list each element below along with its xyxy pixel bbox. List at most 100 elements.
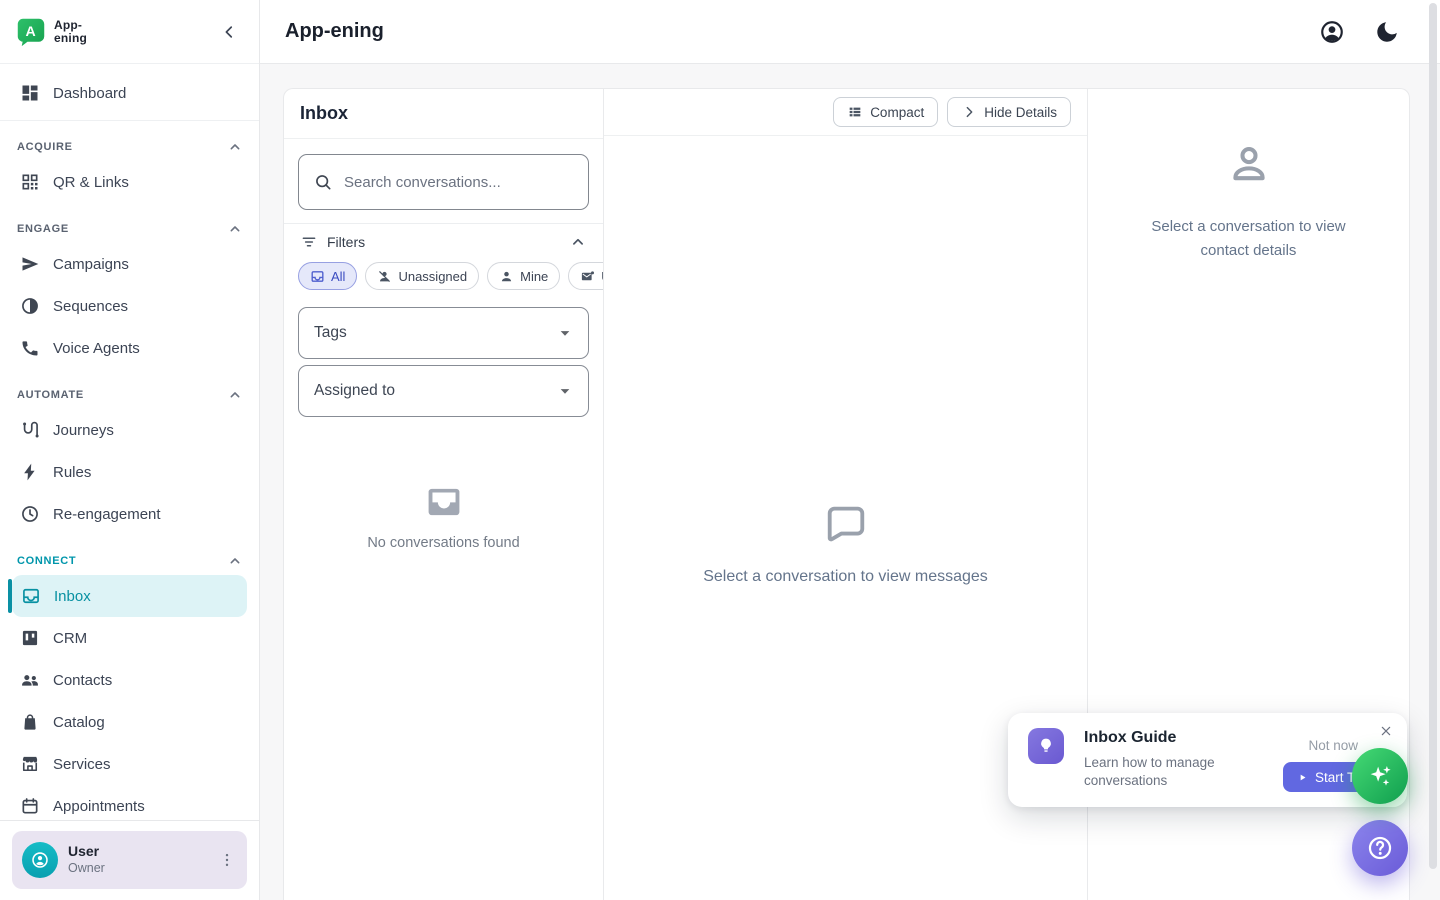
inbox-icon: [21, 586, 41, 606]
sidebar-item-campaigns[interactable]: Campaigns: [0, 243, 259, 285]
sidebar-item-label: Voice Agents: [53, 340, 140, 357]
sidebar-item-qr-links[interactable]: QR & Links: [0, 161, 259, 203]
app-logo-icon: A: [16, 17, 46, 47]
route-icon: [20, 420, 40, 440]
user-role: Owner: [68, 861, 105, 877]
not-now-button[interactable]: Not now: [1308, 738, 1358, 753]
svg-text:A: A: [26, 23, 36, 39]
guide-title: Inbox Guide: [1084, 729, 1176, 747]
guide-tile: [1028, 728, 1064, 764]
chevron-up-icon: [569, 233, 587, 251]
sidebar-item-label: Inbox: [54, 588, 91, 605]
assigned-to-select[interactable]: Assigned to: [298, 365, 589, 417]
qr-code-icon: [20, 172, 40, 192]
search-box[interactable]: [298, 154, 589, 210]
inbox-panel-header: Inbox: [284, 89, 603, 139]
user-menu-button[interactable]: [215, 848, 239, 872]
top-header: App-ening: [260, 0, 1440, 64]
sidebar-item-label: CRM: [53, 630, 87, 647]
close-icon[interactable]: [1378, 723, 1394, 739]
sidebar-item-label: Rules: [53, 464, 91, 481]
chevron-up-icon: [227, 221, 243, 237]
no-conversations-text: No conversations found: [367, 535, 519, 551]
send-icon: [20, 254, 40, 274]
sidebar-item-voice-agents[interactable]: Voice Agents: [0, 327, 259, 369]
user-name: User: [68, 843, 105, 861]
search-icon: [313, 172, 333, 192]
conversation-list-panel: Inbox Filters All Unassigned M: [284, 89, 604, 900]
dark-mode-toggle[interactable]: [1374, 19, 1400, 45]
hide-details-button[interactable]: Hide Details: [947, 97, 1071, 127]
user-card[interactable]: User Owner: [12, 831, 247, 889]
sidebar-item-rules[interactable]: Rules: [0, 451, 259, 493]
inbox-empty-icon: [423, 481, 465, 523]
inbox-guide-popup: Inbox Guide Learn how to manage conversa…: [1008, 713, 1407, 807]
chevron-right-icon: [961, 104, 977, 120]
message-toolbar: Compact Hide Details: [604, 89, 1087, 136]
sidebar-header: A App-ening: [0, 0, 259, 64]
chip-mine[interactable]: Mine: [487, 262, 560, 290]
sidebar-item-sequences[interactable]: Sequences: [0, 285, 259, 327]
account-circle-icon: [1319, 19, 1345, 45]
sidebar-item-dashboard[interactable]: Dashboard: [0, 72, 259, 114]
filters-toggle[interactable]: Filters: [284, 223, 603, 259]
search-input[interactable]: [344, 174, 574, 191]
filters-label: Filters: [327, 234, 365, 250]
sidebar-item-services[interactable]: Services: [0, 743, 259, 785]
chip-unassigned[interactable]: Unassigned: [365, 262, 479, 290]
chip-unread[interactable]: Unread: [568, 262, 603, 290]
sidebar-item-re-engagement[interactable]: Re-engagement: [0, 493, 259, 535]
help-fab[interactable]: [1352, 820, 1408, 876]
people-icon: [20, 670, 40, 690]
sidebar-collapse-button[interactable]: [215, 18, 243, 46]
chevron-up-icon: [227, 387, 243, 403]
sidebar-item-appointments[interactable]: Appointments: [0, 785, 259, 820]
chat-bubble-icon: [823, 500, 869, 546]
scrollbar-thumb[interactable]: [1429, 3, 1437, 869]
clock-icon: [20, 504, 40, 524]
sidebar-item-label: Journeys: [53, 422, 114, 439]
compact-button[interactable]: Compact: [833, 97, 938, 127]
guide-subtitle: Learn how to manage conversations: [1084, 754, 1249, 790]
tags-select[interactable]: Tags: [298, 307, 589, 359]
ai-assistant-fab[interactable]: [1352, 748, 1408, 804]
sidebar-item-label: Catalog: [53, 714, 105, 731]
caret-down-icon: [554, 322, 576, 344]
caret-down-icon: [554, 380, 576, 402]
sidebar-section-engage[interactable]: ENGAGE: [0, 215, 259, 243]
sidebar-item-contacts[interactable]: Contacts: [0, 659, 259, 701]
inbox-icon: [310, 269, 325, 284]
sidebar-item-crm[interactable]: CRM: [0, 617, 259, 659]
lightbulb-icon: [1036, 736, 1056, 756]
moon-icon: [1374, 19, 1400, 45]
sidebar-section-automate[interactable]: AUTOMATE: [0, 381, 259, 409]
page-title: App-ening: [285, 20, 384, 43]
sidebar-item-inbox[interactable]: Inbox: [12, 575, 247, 617]
divider: [0, 120, 259, 121]
play-icon: [1297, 772, 1308, 783]
app-logo[interactable]: A App-ening: [16, 17, 87, 47]
dashboard-icon: [20, 83, 40, 103]
sidebar-section-connect[interactable]: CONNECT: [0, 547, 259, 575]
more-vertical-icon: [218, 851, 236, 869]
sidebar: A App-ening Dashboard ACQUIRE QR & Links…: [0, 0, 260, 900]
account-button[interactable]: [1319, 19, 1345, 45]
person-icon: [499, 269, 514, 284]
sidebar-item-label: Appointments: [53, 798, 145, 815]
sidebar-item-label: Dashboard: [53, 85, 126, 102]
sidebar-item-label: Services: [53, 756, 111, 773]
mail-unread-icon: [580, 269, 595, 284]
close-x-icon: [1378, 723, 1394, 739]
select-conversation-text: Select a conversation to view messages: [703, 568, 988, 586]
sidebar-footer: User Owner: [0, 820, 259, 900]
shopping-bag-icon: [20, 712, 40, 732]
sidebar-item-journeys[interactable]: Journeys: [0, 409, 259, 451]
sidebar-item-catalog[interactable]: Catalog: [0, 701, 259, 743]
filter-icon: [300, 233, 318, 251]
sidebar-section-acquire[interactable]: ACQUIRE: [0, 133, 259, 161]
chip-all[interactable]: All: [298, 262, 357, 290]
user-meta: User Owner: [68, 843, 105, 876]
bolt-icon: [20, 462, 40, 482]
chevron-up-icon: [227, 139, 243, 155]
person-outline-icon: [1226, 141, 1272, 187]
